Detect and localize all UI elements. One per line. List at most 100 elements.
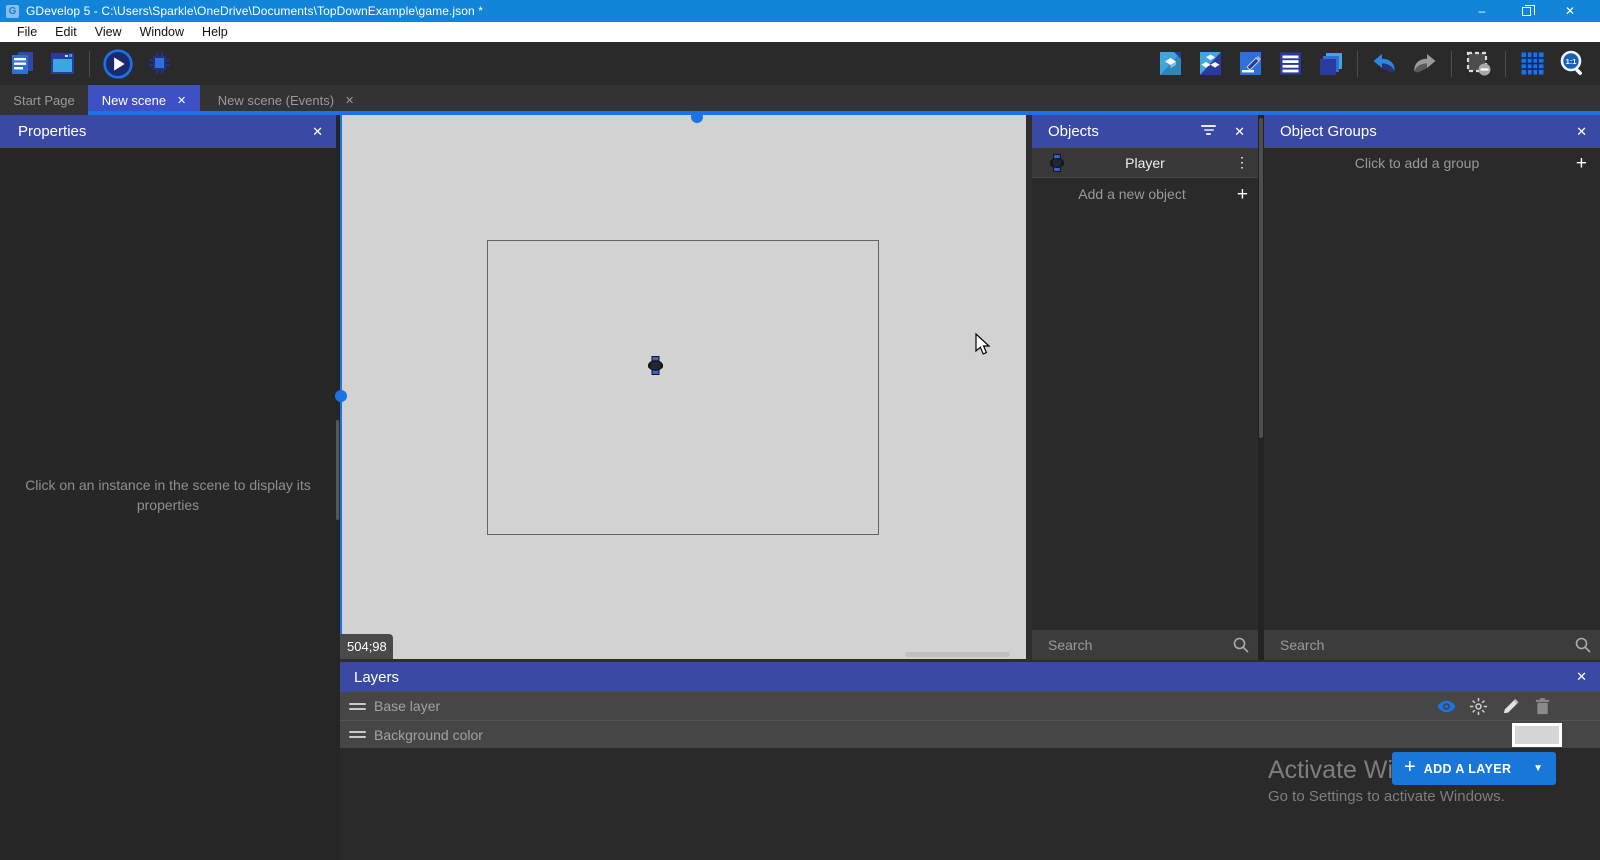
restore-button[interactable] [1504, 0, 1548, 22]
groups-search-bar [1264, 630, 1600, 660]
play-icon[interactable] [103, 49, 133, 79]
visibility-eye-icon[interactable] [1437, 697, 1456, 716]
close-icon[interactable]: ✕ [312, 115, 323, 148]
layer-row-background[interactable]: Background color [340, 720, 1600, 748]
add-object-row[interactable]: Add a new object + [1032, 179, 1258, 209]
grid-icon[interactable] [1519, 50, 1546, 77]
canvas-hscroll-thumb[interactable] [691, 111, 703, 123]
add-layer-label: ADD A LAYER [1424, 762, 1512, 776]
plus-icon: + [1404, 756, 1416, 779]
title-bar: G GDevelop 5 - C:\Users\Sparkle\OneDrive… [0, 0, 1600, 22]
watermark-subtitle: Go to Settings to activate Windows. [1268, 788, 1505, 805]
menu-view[interactable]: View [86, 25, 131, 39]
instances-list-icon[interactable] [1277, 50, 1304, 77]
object-groups-panel: Object Groups ✕ Click to add a group + [1264, 115, 1600, 660]
zoom-original-icon[interactable]: 1:1 [1559, 50, 1586, 77]
scene-properties-icon[interactable] [1237, 50, 1264, 77]
deselect-icon[interactable] [1465, 50, 1492, 77]
plus-icon[interactable]: + [1576, 154, 1587, 173]
toolbar-separator [1451, 51, 1452, 77]
canvas-bottom-scrollbar[interactable] [905, 652, 1010, 657]
properties-scrollbar-thumb[interactable] [336, 420, 339, 520]
cursor-coordinates-badge: 504;98 [340, 634, 393, 659]
project-manager-icon[interactable] [9, 50, 36, 77]
player-instance[interactable] [648, 356, 663, 375]
tab-label: New scene (Events) [218, 93, 334, 108]
window-controls: – ✕ [1460, 0, 1592, 22]
add-layer-button[interactable]: + ADD A LAYER ▼ [1392, 752, 1556, 785]
close-icon[interactable]: ✕ [1234, 115, 1245, 148]
layers-editor-icon[interactable] [1317, 50, 1344, 77]
objects-search-bar [1032, 630, 1258, 660]
tab-close-icon[interactable]: ✕ [177, 94, 186, 107]
close-button[interactable]: ✕ [1548, 0, 1592, 22]
scene-window-icon[interactable] [49, 50, 76, 77]
object-row-player[interactable]: Player ⋮ [1032, 148, 1258, 178]
close-icon[interactable]: ✕ [1576, 115, 1587, 148]
toolbar-separator [89, 51, 90, 77]
layers-title: Layers [354, 669, 399, 686]
chevron-down-icon[interactable]: ▼ [1533, 763, 1543, 774]
debug-icon[interactable] [146, 50, 173, 77]
restore-icon [1522, 7, 1531, 16]
menu-edit[interactable]: Edit [46, 25, 86, 39]
layers-panel: Layers ✕ Base layer [340, 662, 1600, 860]
drag-handle-icon[interactable] [349, 700, 366, 713]
properties-panel: Properties ✕ Click on an instance in the… [0, 115, 336, 860]
layer-name: Background color [374, 727, 483, 743]
layer-row-base[interactable]: Base layer [340, 692, 1600, 720]
delete-trash-icon[interactable] [1533, 697, 1552, 716]
drag-handle-icon[interactable] [349, 728, 366, 741]
object-groups-header: Object Groups ✕ [1264, 115, 1600, 148]
object-groups-editor-icon[interactable] [1197, 50, 1224, 77]
minimize-button[interactable]: – [1460, 0, 1504, 22]
layer-list: Base layer [340, 692, 1600, 748]
objects-search-input[interactable] [1032, 630, 1258, 660]
undo-icon[interactable] [1371, 50, 1398, 77]
object-groups-title: Object Groups [1280, 123, 1377, 140]
search-icon [1233, 637, 1249, 653]
properties-empty-message: Click on an instance in the scene to dis… [18, 475, 318, 515]
redo-icon[interactable] [1411, 50, 1438, 77]
objects-editor-icon[interactable] [1157, 50, 1184, 77]
svg-text:1:1: 1:1 [1566, 57, 1577, 66]
menu-window[interactable]: Window [131, 25, 193, 39]
layer-name: Base layer [374, 698, 440, 714]
tab-bar: Start Page New scene ✕ New scene (Events… [0, 85, 1600, 115]
toolbar-separator [1505, 51, 1506, 77]
layers-header: Layers ✕ [340, 662, 1600, 692]
properties-title: Properties [18, 123, 86, 140]
canvas-vscroll-thumb[interactable] [335, 390, 347, 402]
menu-file[interactable]: File [8, 25, 46, 39]
menu-bar: File Edit View Window Help [0, 22, 1600, 42]
effects-icon[interactable] [1469, 697, 1488, 716]
search-icon [1575, 637, 1591, 653]
objects-title: Objects [1048, 123, 1099, 140]
edit-pencil-icon[interactable] [1501, 697, 1520, 716]
plus-icon[interactable]: + [1237, 185, 1248, 204]
object-name: Player [1032, 155, 1258, 171]
close-icon[interactable]: ✕ [1576, 662, 1587, 692]
game-window-bounds [487, 240, 879, 535]
add-group-label: Click to add a group [1264, 155, 1570, 171]
kebab-menu-icon[interactable]: ⋮ [1235, 154, 1249, 171]
filter-icon[interactable] [1201, 125, 1216, 137]
tab-close-icon[interactable]: ✕ [345, 94, 354, 107]
window-title: GDevelop 5 - C:\Users\Sparkle\OneDrive\D… [26, 4, 483, 18]
add-group-row[interactable]: Click to add a group + [1264, 148, 1600, 178]
tab-start-page[interactable]: Start Page [0, 85, 88, 115]
tab-label: New scene [102, 93, 166, 108]
objects-scrollbar-thumb[interactable] [1259, 118, 1263, 438]
app-logo-icon: G [6, 5, 19, 18]
scene-canvas[interactable]: 504;98 [340, 115, 1026, 659]
groups-search-input[interactable] [1264, 630, 1600, 660]
menu-help[interactable]: Help [193, 25, 237, 39]
add-object-label: Add a new object [1032, 186, 1232, 202]
mouse-cursor [975, 333, 992, 357]
canvas-vertical-scrollbar[interactable] [340, 115, 342, 659]
objects-panel: Objects ✕ Player ⋮ Add a new object + [1032, 115, 1258, 660]
objects-header: Objects ✕ [1032, 115, 1258, 148]
tab-label: Start Page [13, 93, 74, 108]
background-color-swatch[interactable] [1512, 723, 1562, 747]
toolbar: 1:1 [0, 42, 1600, 85]
